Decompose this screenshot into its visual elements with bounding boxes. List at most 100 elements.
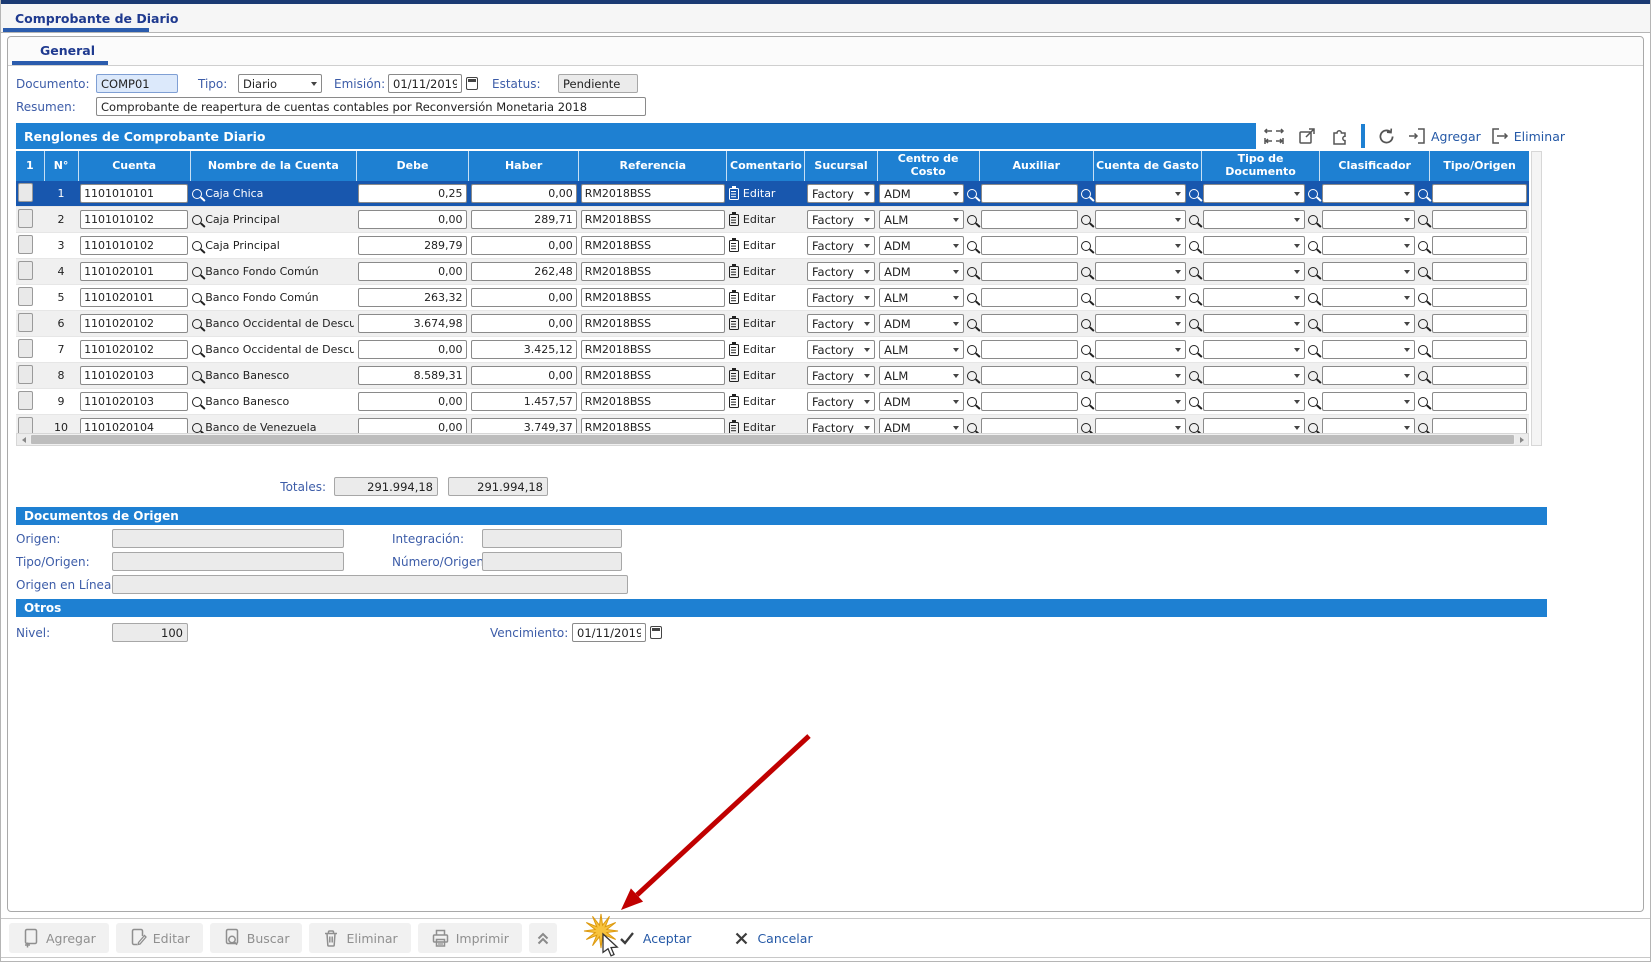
auxiliar-input[interactable] [981, 314, 1078, 333]
auxiliar-input[interactable] [981, 366, 1078, 385]
tipo-origen-input[interactable] [1432, 184, 1527, 203]
haber-input[interactable] [471, 392, 577, 411]
clasificador-select[interactable] [1322, 262, 1415, 281]
centro-costo-select[interactable]: ALM [879, 288, 964, 307]
footer-imprimir-button[interactable]: Imprimir [418, 923, 522, 953]
search-icon[interactable] [967, 345, 977, 355]
search-icon[interactable] [192, 241, 202, 251]
centro-costo-select[interactable]: ALM [879, 210, 964, 229]
scrollbar-thumb[interactable] [31, 435, 1514, 444]
cuenta-gasto-select[interactable] [1095, 288, 1186, 307]
debe-input[interactable] [358, 288, 466, 307]
table-row[interactable]: 2 Caja Principal Editar Fact [16, 207, 1529, 233]
cuenta-input[interactable] [80, 210, 188, 229]
editar-row-button[interactable]: Editar [729, 343, 803, 356]
tipo-origen-input[interactable] [1432, 392, 1527, 411]
editar-row-button[interactable]: Editar [729, 239, 803, 252]
cuenta-input[interactable] [80, 184, 188, 203]
cuenta-gasto-select[interactable] [1095, 210, 1186, 229]
row-selector-button[interactable] [18, 365, 33, 384]
search-icon[interactable] [1081, 397, 1091, 407]
search-icon[interactable] [192, 267, 202, 277]
haber-input[interactable] [471, 366, 577, 385]
sucursal-select[interactable]: Factory [807, 392, 875, 411]
search-icon[interactable] [192, 397, 202, 407]
auxiliar-input[interactable] [981, 236, 1078, 255]
tipo-documento-select[interactable] [1203, 236, 1304, 255]
clasificador-select[interactable] [1322, 210, 1415, 229]
search-icon[interactable] [1081, 293, 1091, 303]
debe-input[interactable] [358, 184, 466, 203]
cuenta-gasto-select[interactable] [1095, 340, 1186, 359]
row-selector-button[interactable] [18, 261, 33, 280]
cuenta-input[interactable] [80, 288, 188, 307]
cuenta-input[interactable] [80, 366, 188, 385]
table-row[interactable]: 7 Banco Occidental de Descue... Editar [16, 337, 1529, 363]
grid-agregar-button[interactable]: Agregar [1407, 126, 1481, 146]
row-selector-button[interactable] [18, 313, 33, 332]
referencia-input[interactable] [581, 366, 725, 385]
search-icon[interactable] [1418, 397, 1428, 407]
tipo-documento-select[interactable] [1203, 184, 1304, 203]
table-row[interactable]: 5 Banco Fondo Común Editar F [16, 285, 1529, 311]
haber-input[interactable] [471, 340, 577, 359]
tipo-origen-input[interactable] [1432, 210, 1527, 229]
cancelar-button[interactable]: Cancelar [727, 923, 818, 953]
editar-row-button[interactable]: Editar [729, 291, 803, 304]
search-icon[interactable] [1189, 215, 1199, 225]
search-icon[interactable] [1308, 293, 1318, 303]
search-icon[interactable] [1189, 241, 1199, 251]
centro-costo-select[interactable]: ADM [879, 236, 964, 255]
search-icon[interactable] [1081, 345, 1091, 355]
search-icon[interactable] [192, 189, 202, 199]
tipo-documento-select[interactable] [1203, 366, 1304, 385]
sucursal-select[interactable]: Factory [807, 262, 875, 281]
search-icon[interactable] [1308, 397, 1318, 407]
debe-input[interactable] [358, 314, 466, 333]
haber-input[interactable] [471, 236, 577, 255]
open-new-window-icon[interactable] [1295, 124, 1319, 148]
tipo-select[interactable]: Diario [238, 74, 322, 93]
search-icon[interactable] [1189, 423, 1199, 433]
tipo-origen-input[interactable] [1432, 340, 1527, 359]
debe-input[interactable] [358, 366, 466, 385]
debe-input[interactable] [358, 392, 466, 411]
grid-vertical-scrollbar[interactable] [1531, 151, 1542, 446]
search-icon[interactable] [1418, 267, 1428, 277]
column-navigation-icon[interactable] [1262, 124, 1286, 148]
search-icon[interactable] [1308, 319, 1318, 329]
search-icon[interactable] [967, 241, 977, 251]
search-icon[interactable] [1081, 189, 1091, 199]
table-row[interactable]: 3 Caja Principal Editar Fact [16, 233, 1529, 259]
referencia-input[interactable] [581, 262, 725, 281]
tipo-origen-input[interactable] [1432, 288, 1527, 307]
search-icon[interactable] [1308, 241, 1318, 251]
search-icon[interactable] [967, 267, 977, 277]
search-icon[interactable] [1308, 267, 1318, 277]
cuenta-gasto-select[interactable] [1095, 184, 1186, 203]
debe-input[interactable] [358, 236, 466, 255]
search-icon[interactable] [1189, 293, 1199, 303]
sucursal-select[interactable]: Factory [807, 288, 875, 307]
row-selector-button[interactable] [18, 235, 33, 254]
tipo-documento-select[interactable] [1203, 262, 1304, 281]
centro-costo-select[interactable]: ADM [879, 392, 964, 411]
search-icon[interactable] [1418, 293, 1428, 303]
cuenta-gasto-select[interactable] [1095, 236, 1186, 255]
search-icon[interactable] [1189, 189, 1199, 199]
emision-input[interactable] [388, 74, 462, 93]
haber-input[interactable] [471, 262, 577, 281]
collapse-toolbar-button[interactable] [529, 923, 557, 953]
referencia-input[interactable] [581, 392, 725, 411]
tipo-origen-input[interactable] [1432, 314, 1527, 333]
haber-input[interactable] [471, 184, 577, 203]
search-icon[interactable] [1308, 371, 1318, 381]
tipo-documento-select[interactable] [1203, 288, 1304, 307]
referencia-input[interactable] [581, 340, 725, 359]
clasificador-select[interactable] [1322, 288, 1415, 307]
debe-input[interactable] [358, 210, 466, 229]
footer-eliminar-button[interactable]: Eliminar [309, 923, 410, 953]
sucursal-select[interactable]: Factory [807, 210, 875, 229]
centro-costo-select[interactable]: ALM [879, 366, 964, 385]
tipo-origen-input[interactable] [1432, 236, 1527, 255]
